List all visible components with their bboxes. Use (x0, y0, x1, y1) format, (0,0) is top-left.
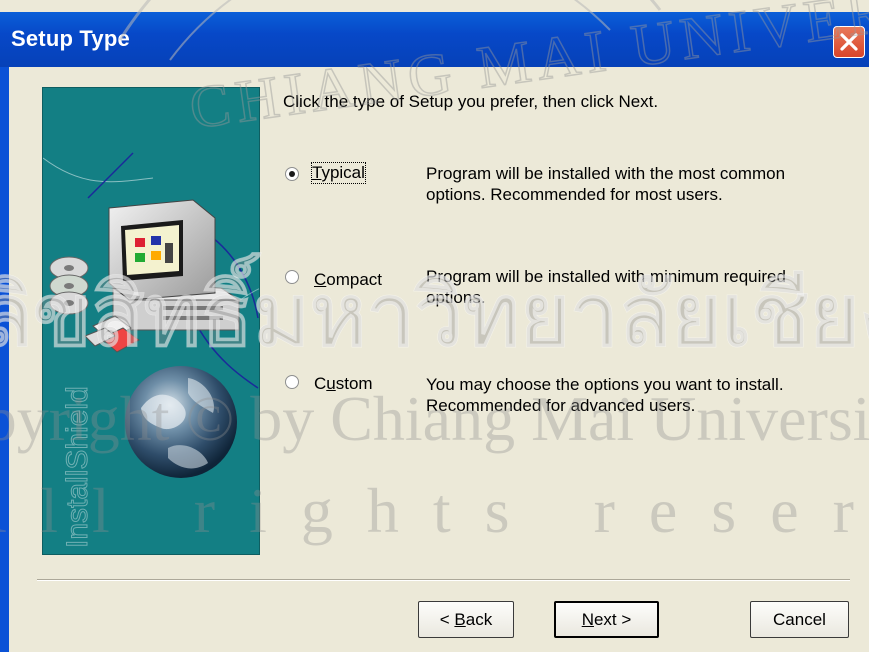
cancel-button[interactable]: Cancel (750, 601, 849, 638)
typical-option-label[interactable]: Typical (311, 162, 366, 184)
custom-option-label[interactable]: Custom (314, 374, 373, 394)
custom-radio[interactable] (285, 375, 299, 389)
close-button[interactable] (833, 26, 865, 58)
dialog-separator (37, 579, 850, 581)
radio-selected-dot (289, 171, 295, 177)
back-button[interactable]: < Back (418, 601, 514, 638)
custom-description: You may choose the options you want to i… (426, 375, 784, 415)
typical-description: Program will be installed with the most … (426, 164, 786, 204)
installshield-banner: InstallShield (42, 87, 260, 555)
typical-radio[interactable] (285, 167, 299, 181)
setup-prompt: Click the type of Setup you prefer, then… (283, 92, 659, 111)
title-bar: Setup Type (0, 12, 869, 67)
window-title: Setup Type (11, 26, 130, 51)
compact-option-label[interactable]: Compact (314, 270, 382, 290)
compact-description: Program will be installed with minimum r… (426, 267, 786, 307)
close-icon (840, 33, 858, 51)
installshield-logo-text: InstallShield (61, 386, 94, 548)
next-button[interactable]: Next > (554, 601, 659, 638)
compact-radio[interactable] (285, 270, 299, 284)
window-frame (0, 67, 9, 652)
